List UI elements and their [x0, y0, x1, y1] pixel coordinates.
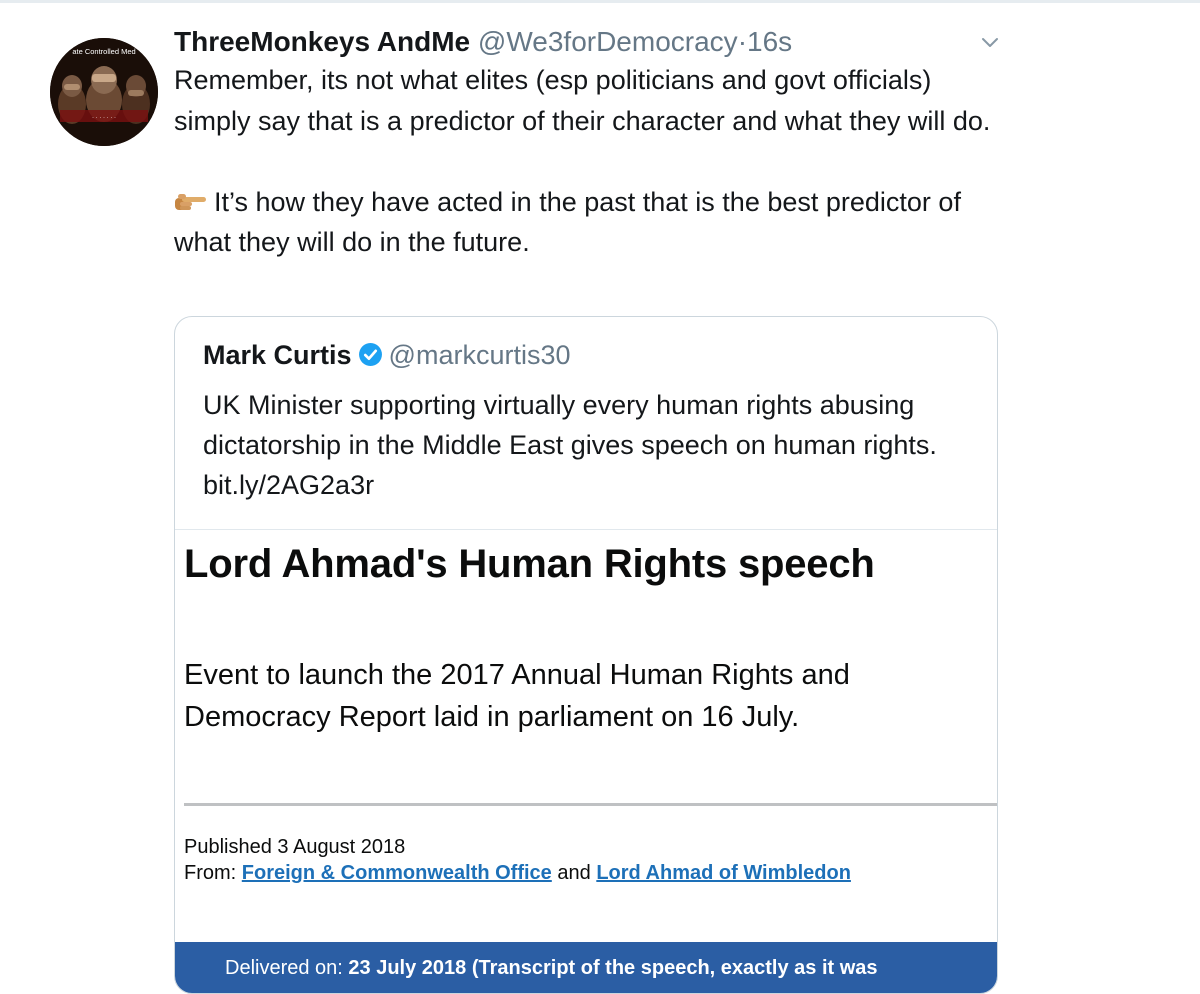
organisation-link[interactable]: Foreign & Commonwealth Office [242, 862, 552, 884]
verified-badge-icon [358, 343, 382, 366]
preview-summary: Event to launch the 2017 Annual Human Ri… [184, 659, 850, 733]
person-link[interactable]: Lord Ahmad of Wimbledon [596, 862, 851, 884]
tweet-header: ThreeMonkeys AndMe @We3forDemocracy·16s [174, 24, 792, 60]
avatar-caption: ate Controlled Med [72, 47, 135, 56]
published-date: Published 3 August 2018 [184, 836, 406, 858]
delivered-line: Delivered on: 23 July 2018 (Transcript o… [225, 957, 878, 980]
tweet-timestamp[interactable]: 16s [747, 26, 792, 57]
quoted-tweet-text: UK Minister supporting virtually every h… [203, 390, 937, 500]
tweet-body: Remember, its not what elites (esp polit… [174, 60, 994, 263]
three-monkeys-avatar-image: · · · · · · · ate Controlled Med [50, 38, 158, 146]
quoted-tweet-card[interactable]: Mark Curtis @markcurtis30 UK Minister su… [174, 316, 998, 994]
chevron-down-icon[interactable] [978, 30, 1002, 54]
author-avatar[interactable]: · · · · · · · ate Controlled Med [50, 38, 158, 146]
delivered-value: 23 July 2018 (Transcript of the speech, … [348, 957, 878, 979]
tweet-paragraph-1: Remember, its not what elites (esp polit… [174, 65, 991, 136]
separator-dot: · [737, 26, 748, 57]
link-preview-image[interactable]: Lord Ahmad's Human Rights speech Event t… [175, 529, 997, 993]
and-word: and [557, 862, 591, 884]
quoted-author-name: Mark Curtis [203, 340, 352, 370]
quoted-author-handle: @markcurtis30 [388, 340, 571, 370]
author-handle[interactable]: @We3forDemocracy [478, 26, 738, 57]
delivered-label: Delivered on: [225, 957, 343, 979]
tweet-paragraph-2: It’s how they have acted in the past tha… [174, 182, 994, 263]
from-line: From: Foreign & Commonwealth Office and … [184, 860, 851, 886]
preview-title: Lord Ahmad's Human Rights speech [184, 542, 875, 586]
delivered-banner: Delivered on: 23 July 2018 (Transcript o… [175, 942, 997, 993]
from-label: From: [184, 862, 237, 884]
tweet-paragraph-2-text: It’s how they have acted in the past tha… [174, 186, 961, 258]
svg-text:· · · · · · ·: · · · · · · · [92, 115, 116, 121]
quoted-tweet-header: Mark Curtis @markcurtis30 [203, 337, 571, 373]
author-name[interactable]: ThreeMonkeys AndMe [174, 26, 470, 57]
preview-metadata: Published 3 August 2018 From: Foreign & … [184, 834, 851, 886]
top-divider [0, 0, 1200, 3]
preview-divider [184, 803, 997, 806]
backhand-index-pointing-right-icon [175, 193, 206, 210]
